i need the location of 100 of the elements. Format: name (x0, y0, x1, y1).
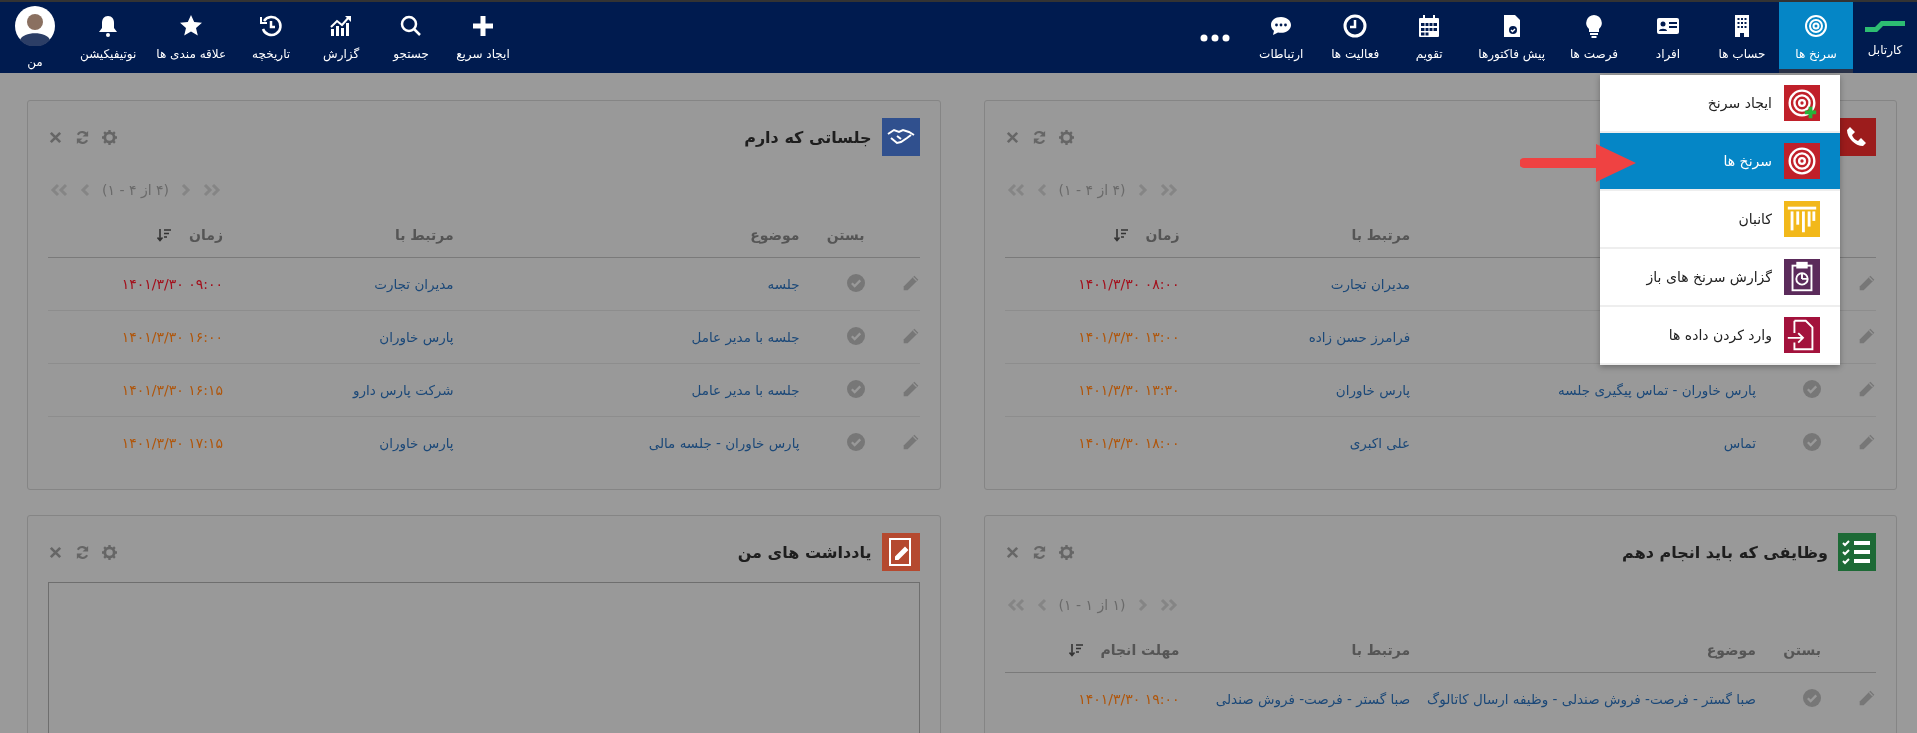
related-link[interactable]: مدیران تجارت (1330, 276, 1411, 292)
refresh-icon[interactable] (75, 544, 90, 560)
toolbar-button[interactable]: گزارش (306, 2, 377, 73)
column-header[interactable]: مهلت انجام (1100, 642, 1180, 658)
plus-icon (470, 14, 495, 38)
settings-icon[interactable] (102, 544, 117, 560)
menu-item[interactable]: سرنخ ها (1600, 133, 1840, 191)
related-link[interactable]: علی اکبری (1349, 435, 1411, 451)
settings-icon[interactable] (1058, 544, 1074, 560)
nav-tab[interactable]: افراد (1631, 2, 1705, 73)
pencil-icon[interactable] (901, 432, 920, 451)
time-text: ۱۴۰۱/۳/۳۰ ۰۹:۰۰ (121, 276, 223, 292)
related-link[interactable]: پارس خاوران (379, 329, 454, 345)
check-circle-icon[interactable] (846, 326, 865, 345)
check-circle-icon[interactable] (1803, 379, 1821, 398)
pencil-icon[interactable] (901, 379, 920, 398)
subject-link[interactable]: صبا گستر - فرصت- فروش صندلی - وظیفه ارسال کاتالوگ (1427, 691, 1756, 707)
column-header: بستن (1783, 642, 1821, 658)
check-circle-icon[interactable] (846, 273, 865, 292)
kanban-icon (1784, 201, 1820, 237)
subject-link[interactable]: پارس خاوران - تماس پیگیری جلسه (1558, 382, 1756, 398)
column-header: بستن (826, 227, 865, 243)
pencil-icon[interactable] (901, 326, 920, 345)
check-circle-icon[interactable] (846, 379, 865, 398)
target-icon (1784, 143, 1820, 179)
related-link[interactable]: صبا گستر - فرصت- فروش صندلی (1215, 691, 1411, 707)
check-circle-icon[interactable] (1803, 688, 1821, 707)
nav-tab[interactable]: سرنخ ها (1779, 2, 1853, 73)
import-icon (1784, 317, 1820, 353)
settings-icon[interactable] (102, 129, 117, 145)
pencil-icon[interactable] (1858, 432, 1876, 451)
refresh-icon[interactable] (75, 129, 90, 145)
chat-bubble-icon (1269, 14, 1294, 38)
handshake-icon (881, 118, 920, 156)
time-text: ۱۴۰۱/۳/۳۰ ۱۳:۰۰ (1078, 329, 1180, 345)
sort-icon[interactable] (1068, 643, 1083, 657)
related-link[interactable]: فرامرز حسن زاده (1308, 329, 1411, 345)
column-header[interactable]: زمان (1145, 227, 1180, 243)
settings-icon[interactable] (1058, 129, 1074, 145)
column-header[interactable]: زمان (189, 227, 223, 243)
refresh-icon[interactable] (1031, 129, 1047, 145)
nav-tab[interactable]: فعالیت ها (1318, 2, 1393, 73)
toolbar-button[interactable]: جستجو (376, 2, 447, 73)
column-header: مرتبط با (394, 227, 454, 243)
chart-icon (329, 14, 354, 38)
related-link[interactable]: شرکت پارس دارو (352, 382, 454, 398)
subject-link[interactable]: جلسه (767, 276, 800, 292)
pencil-icon[interactable] (1858, 379, 1876, 398)
check-circle-icon[interactable] (846, 432, 865, 451)
time-text: ۱۴۰۱/۳/۳۰ ۰۸:۰۰ (1078, 276, 1180, 292)
nav-tab[interactable]: حساب ها (1705, 2, 1779, 73)
more-icon[interactable] (1200, 33, 1231, 42)
related-link[interactable]: پارس خاوران (1335, 382, 1411, 398)
calendar-icon (1417, 14, 1442, 38)
toolbar-button[interactable]: تاریخچه (236, 2, 307, 73)
logo-icon (1865, 18, 1905, 33)
column-header: مرتبط با (1351, 642, 1411, 658)
nav-tab[interactable]: پیش فاکتورها (1466, 2, 1557, 73)
related-link[interactable]: پارس خاوران (379, 435, 454, 451)
time-text: ۱۴۰۱/۳/۳۰ ۱۷:۱۵ (121, 435, 223, 451)
nav-tab[interactable]: ارتباطات (1244, 2, 1319, 73)
time-text: ۱۴۰۱/۳/۳۰ ۱۶:۱۵ (121, 382, 223, 398)
pencil-icon[interactable] (901, 273, 920, 292)
logo-link[interactable]: کارتابل (1853, 2, 1917, 73)
toolbar-button[interactable]: ایجاد سریع (446, 2, 520, 73)
sort-icon[interactable] (1113, 228, 1128, 242)
nav-tab[interactable]: فرصت ها (1557, 2, 1631, 73)
time-text: ۱۴۰۱/۳/۳۰ ۱۳:۳۰ (1078, 382, 1180, 398)
history-icon (259, 14, 284, 38)
time-text: ۱۴۰۱/۳/۳۰ ۱۶:۰۰ (121, 329, 223, 345)
subject-link[interactable]: پارس خاوران - جلسه مالی (648, 435, 800, 451)
sort-icon[interactable] (157, 228, 172, 242)
time-text: ۱۴۰۱/۳/۳۰ ۱۹:۰۰ (1078, 691, 1180, 707)
subject-link[interactable]: جلسه با مدیر عامل (691, 329, 800, 345)
menu-item[interactable]: کانبان (1600, 191, 1840, 249)
toolbar-button[interactable]: نوتیفیکیشن (70, 2, 147, 73)
related-link[interactable]: مدیران تجارت (374, 276, 454, 292)
menu-item[interactable]: وارد کردن داده ها (1600, 307, 1840, 365)
clock-icon (1343, 14, 1368, 38)
close-icon[interactable] (1004, 544, 1020, 560)
refresh-icon[interactable] (1031, 544, 1047, 560)
close-icon[interactable] (48, 544, 63, 560)
subject-link[interactable]: جلسه با مدیر عامل (691, 382, 800, 398)
check-circle-icon[interactable] (1803, 432, 1821, 451)
toolbar-button[interactable]: علاقه مندی ها (146, 2, 237, 73)
panel-title: یادداشت های من (737, 542, 872, 562)
target-plus-icon (1784, 85, 1820, 121)
pencil-icon[interactable] (1858, 273, 1876, 292)
close-icon[interactable] (48, 129, 63, 145)
close-icon[interactable] (1004, 129, 1020, 145)
panel-title: وظایفی که باید انجام دهم (1622, 542, 1828, 562)
panel-title: جلساتی که دارم (744, 127, 872, 147)
subject-link[interactable]: تماس (1723, 435, 1756, 451)
toolbar-button[interactable]: من (0, 2, 70, 73)
nav-tab[interactable]: تقویم (1392, 2, 1467, 73)
column-header: موضوع (1706, 642, 1756, 658)
pencil-icon[interactable] (1858, 688, 1876, 707)
pencil-icon[interactable] (1858, 326, 1876, 345)
star-icon (179, 14, 204, 38)
menu-item[interactable]: گزارش سرنخ های باز (1600, 249, 1840, 307)
